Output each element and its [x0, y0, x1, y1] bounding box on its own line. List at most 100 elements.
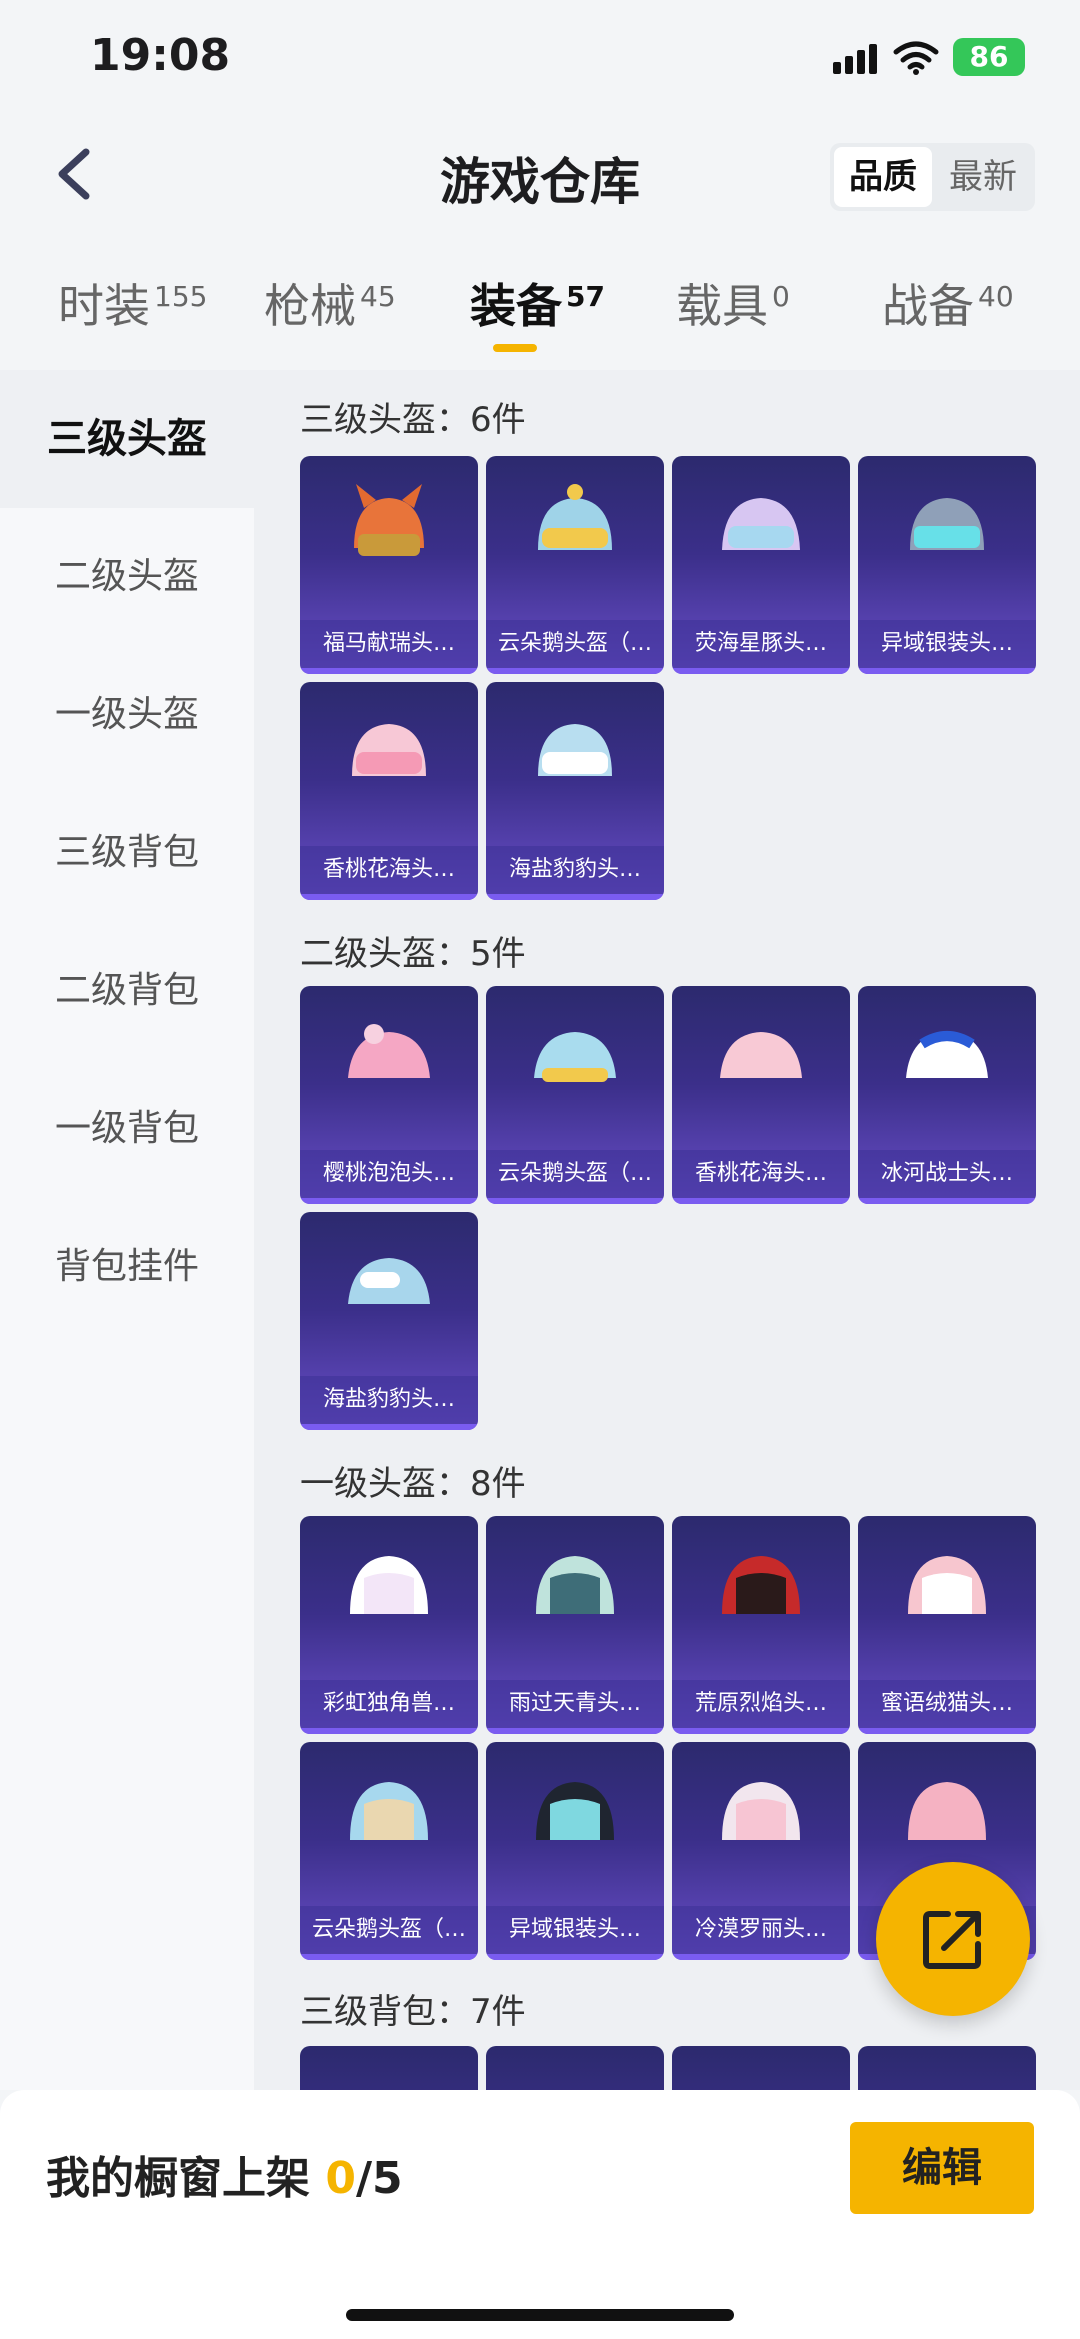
item-label: 云朵鹅头盔（… — [486, 1150, 664, 1198]
showcase-count: 0 — [325, 2153, 356, 2204]
helmet-icon — [536, 1556, 614, 1614]
helmet-icon — [908, 1782, 986, 1840]
item-label: 荒原烈焰头… — [672, 1680, 850, 1728]
helmet-icon — [350, 1782, 428, 1840]
signal-icon — [833, 44, 877, 74]
home-indicator[interactable] — [346, 2309, 734, 2321]
tab-equipment[interactable]: 装备 57 — [470, 270, 605, 336]
item-label: 海盐豹豹头… — [300, 1376, 478, 1424]
item-label: 福马献瑞头… — [300, 620, 478, 668]
helmet-icon — [350, 1556, 428, 1614]
sort-newest-button[interactable]: 最新 — [934, 147, 1032, 207]
helmet-icon — [722, 1782, 800, 1840]
showcase-total: /5 — [355, 2153, 403, 2204]
item-tile[interactable]: 云朵鹅头盔（… — [486, 986, 664, 1204]
section-title: 二级头盔：5件 — [300, 934, 526, 974]
item-label: 荧海星豚头… — [672, 620, 850, 668]
tab-label: 时装 — [58, 279, 150, 333]
item-tile[interactable]: 樱桃泡泡头… — [300, 986, 478, 1204]
item-tile[interactable]: 香桃花海头… — [672, 986, 850, 1204]
header: 游戏仓库 品质 最新 — [0, 120, 1080, 230]
item-tile[interactable]: 福马献瑞头… — [300, 456, 478, 674]
item-tile[interactable]: 异域银装头… — [858, 456, 1036, 674]
item-tile[interactable]: 彩虹独角兽… — [300, 1516, 478, 1734]
item-tile[interactable]: 海盐豹豹头… — [300, 1212, 478, 1430]
item-tile[interactable] — [858, 2046, 1036, 2090]
category-tabs: 时装 155 枪械 45 装备 57 载具 0 战备 40 — [0, 260, 1080, 370]
item-tile[interactable]: 异域银装头… — [486, 1742, 664, 1960]
status-time: 19:08 — [90, 30, 231, 81]
helmet-icon — [910, 498, 984, 550]
sidebar: 三级头盔 二级头盔 一级头盔 三级背包 二级背包 一级背包 背包挂件 — [0, 370, 254, 2090]
tab-count: 40 — [978, 279, 1014, 313]
item-tile[interactable]: 荧海星豚头… — [672, 456, 850, 674]
status-bar: 19:08 86 — [0, 0, 1080, 120]
tab-vehicles[interactable]: 载具 0 — [676, 270, 790, 336]
tab-fashion[interactable]: 时装 155 — [58, 270, 207, 336]
bottom-bar: 我的橱窗上架 0/5 编辑 — [0, 2090, 1080, 2339]
section-title: 三级头盔：6件 — [300, 400, 526, 440]
helmet-icon — [348, 1024, 430, 1078]
item-label: 彩虹独角兽… — [300, 1680, 478, 1728]
item-label: 异域银装头… — [486, 1906, 664, 1954]
tab-weapons[interactable]: 枪械 45 — [264, 270, 396, 336]
tab-count: 57 — [566, 279, 605, 313]
tab-label: 载具 — [676, 279, 768, 333]
item-label: 异域银装头… — [858, 620, 1036, 668]
tab-label: 战备 — [882, 279, 974, 333]
helmet-icon — [354, 484, 424, 556]
item-tile[interactable]: 蜜语绒猫头… — [858, 1516, 1036, 1734]
item-tile[interactable]: 荒原烈焰头… — [672, 1516, 850, 1734]
helmet-icon — [348, 1258, 430, 1304]
tab-count: 155 — [154, 279, 208, 313]
helmet-icon — [352, 724, 426, 776]
tab-count: 0 — [772, 279, 790, 313]
item-tile[interactable] — [300, 2046, 478, 2090]
helmet-icon — [908, 1556, 986, 1614]
sidebar-item-backpack-charm[interactable]: 背包挂件 — [0, 1198, 254, 1336]
section-title: 一级头盔：8件 — [300, 1464, 526, 1504]
helmet-icon — [720, 1032, 802, 1078]
tab-supplies[interactable]: 战备 40 — [882, 270, 1014, 336]
item-label: 蜜语绒猫头… — [858, 1680, 1036, 1728]
helmet-icon — [722, 498, 800, 550]
sort-toggle: 品质 最新 — [830, 143, 1035, 211]
tab-count: 45 — [360, 279, 396, 313]
sort-quality-button[interactable]: 品质 — [834, 147, 932, 207]
share-button[interactable] — [876, 1862, 1030, 2016]
item-tile[interactable]: 云朵鹅头盔（… — [300, 1742, 478, 1960]
section-title: 三级背包：7件 — [300, 1992, 526, 2032]
item-tile[interactable]: 冰河战士头… — [858, 986, 1036, 1204]
item-tile[interactable]: 香桃花海头… — [300, 682, 478, 900]
sidebar-item-level3-helmet[interactable]: 三级头盔 — [0, 370, 254, 508]
item-tile[interactable]: 雨过天青头… — [486, 1516, 664, 1734]
item-label: 海盐豹豹头… — [486, 846, 664, 894]
item-tile[interactable] — [672, 2046, 850, 2090]
item-label: 冰河战士头… — [858, 1150, 1036, 1198]
sidebar-item-level1-backpack[interactable]: 一级背包 — [0, 1060, 254, 1198]
item-tile[interactable]: 冷漠罗丽头… — [672, 1742, 850, 1960]
sidebar-item-level1-helmet[interactable]: 一级头盔 — [0, 646, 254, 784]
item-tile[interactable]: 云朵鹅头盔（… — [486, 456, 664, 674]
item-grid-area: 三级头盔：6件 福马献瑞头… 云朵鹅头盔（… 荧海星豚头… 异域银装头… 香桃花… — [254, 370, 1080, 2090]
item-label: 樱桃泡泡头… — [300, 1150, 478, 1198]
external-link-icon — [923, 1911, 981, 1969]
sidebar-item-level2-helmet[interactable]: 二级头盔 — [0, 508, 254, 646]
edit-button[interactable]: 编辑 — [850, 2122, 1034, 2214]
item-label: 冷漠罗丽头… — [672, 1906, 850, 1954]
helmet-icon — [534, 1032, 616, 1082]
item-tile[interactable] — [486, 2046, 664, 2090]
sidebar-item-level2-backpack[interactable]: 二级背包 — [0, 922, 254, 1060]
helmet-icon — [536, 1782, 614, 1840]
item-label: 雨过天青头… — [486, 1680, 664, 1728]
item-tile[interactable]: 海盐豹豹头… — [486, 682, 664, 900]
wifi-icon — [893, 41, 939, 75]
helmet-icon — [538, 724, 612, 776]
item-label: 云朵鹅头盔（… — [486, 620, 664, 668]
item-label: 香桃花海头… — [672, 1150, 850, 1198]
tab-label: 装备 — [470, 279, 562, 333]
sidebar-item-level3-backpack[interactable]: 三级背包 — [0, 784, 254, 922]
active-tab-indicator — [493, 344, 537, 352]
tab-label: 枪械 — [264, 279, 356, 333]
helmet-icon — [906, 1031, 988, 1078]
